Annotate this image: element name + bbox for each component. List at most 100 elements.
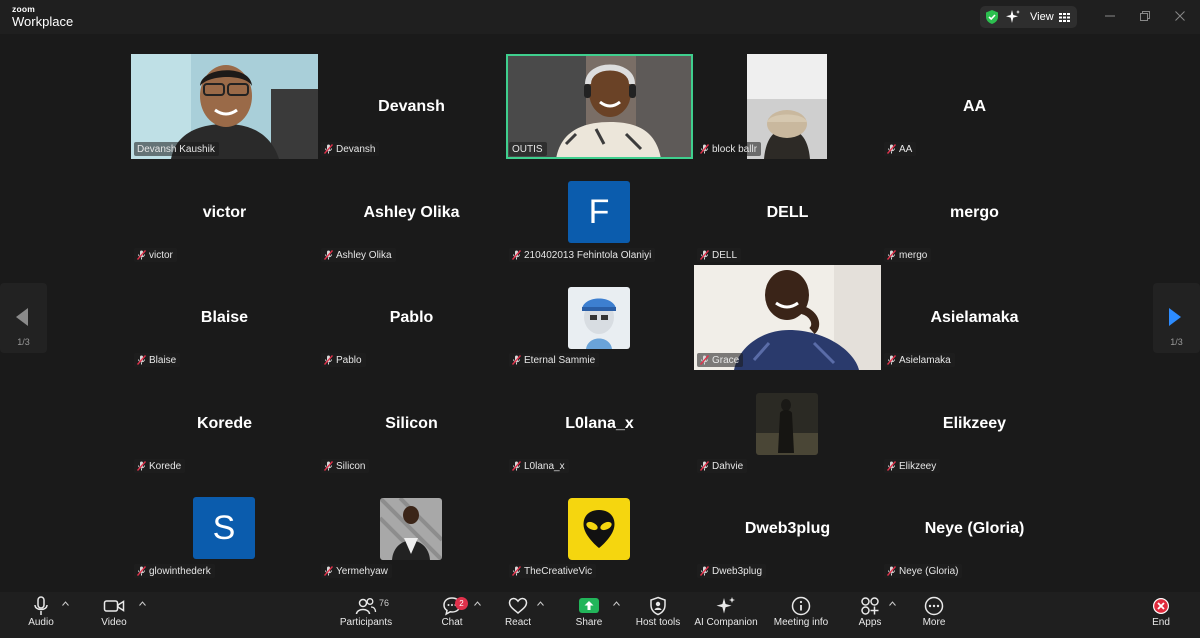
- participant-tile[interactable]: victor victor: [131, 160, 318, 265]
- apps-button[interactable]: Apps: [854, 596, 886, 636]
- mic-muted-icon: [512, 566, 521, 576]
- minimize-icon[interactable]: [1102, 8, 1118, 24]
- view-label: View: [1030, 11, 1054, 23]
- participant-tile[interactable]: Grace: [694, 265, 881, 370]
- view-button[interactable]: View: [1030, 6, 1070, 28]
- participant-tile[interactable]: Devansh Devansh: [318, 54, 505, 159]
- participant-tile[interactable]: S glowinthederk: [131, 476, 318, 581]
- mic-muted-icon: [324, 144, 333, 154]
- mic-muted-icon: [700, 250, 709, 260]
- participant-tile[interactable]: AA AA: [881, 54, 1068, 159]
- previous-page-button[interactable]: 1/3: [0, 283, 47, 353]
- ai-sparkle-icon[interactable]: [1005, 9, 1021, 25]
- audio-button[interactable]: Audio: [22, 596, 60, 636]
- participant-name-label: Eternal Sammie: [509, 353, 600, 367]
- page-indicator-right: 1/3: [1170, 337, 1183, 347]
- brand-top: zoom: [12, 4, 35, 14]
- participant-tile[interactable]: Neye (Gloria) Neye (Gloria): [881, 476, 1068, 581]
- participant-tile[interactable]: Devansh Kaushik: [131, 54, 318, 159]
- mic-muted-icon: [512, 250, 521, 260]
- participant-tile[interactable]: F 210402013 Fehintola Olaniyi: [506, 160, 693, 265]
- chat-label: Chat: [441, 617, 463, 628]
- participant-name-label: Devansh Kaushik: [134, 142, 219, 156]
- participant-tile[interactable]: Pablo Pablo: [318, 265, 505, 370]
- react-options-chevron-icon[interactable]: [537, 601, 544, 606]
- participant-tile[interactable]: Silicon Silicon: [318, 371, 505, 476]
- next-page-button[interactable]: 1/3: [1153, 283, 1200, 353]
- microphone-icon: [34, 596, 48, 615]
- close-window-icon[interactable]: [1172, 8, 1188, 24]
- participant-tile[interactable]: Yermehyaw: [318, 476, 505, 581]
- more-button[interactable]: More: [918, 596, 950, 636]
- chevron-left-icon: [16, 308, 28, 326]
- host-tools-button[interactable]: Host tools: [633, 596, 683, 636]
- meeting-info-button[interactable]: Meeting info: [770, 596, 832, 636]
- apps-options-chevron-icon[interactable]: [889, 601, 896, 606]
- ai-companion-label: AI Companion: [694, 617, 758, 628]
- participants-label: Participants: [339, 617, 393, 628]
- mic-muted-icon: [137, 461, 146, 471]
- more-options-icon: [924, 596, 944, 616]
- mic-muted-icon: [137, 250, 146, 260]
- mic-muted-icon: [324, 250, 333, 260]
- participant-avatar: [568, 498, 630, 560]
- chat-options-chevron-icon[interactable]: [474, 601, 481, 606]
- grid-icon: [1058, 12, 1070, 22]
- video-camera-icon: [103, 600, 125, 612]
- participant-tile[interactable]: Ashley Olika Ashley Olika: [318, 160, 505, 265]
- restore-icon[interactable]: [1137, 8, 1153, 24]
- participant-name-label: Silicon: [321, 459, 370, 473]
- participant-name-label: 210402013 Fehintola Olaniyi: [509, 248, 656, 262]
- participant-tile[interactable]: L0lana_x L0lana_x: [506, 371, 693, 476]
- more-label: More: [922, 617, 946, 628]
- participant-name-label: Neye (Gloria): [884, 564, 963, 578]
- participant-tile[interactable]: DELL DELL: [694, 160, 881, 265]
- participant-tile[interactable]: Dweb3plug Dweb3plug: [694, 476, 881, 581]
- participant-tile[interactable]: mergo mergo: [881, 160, 1068, 265]
- participant-tile[interactable]: TheCreativeVic: [506, 476, 693, 581]
- participant-tile[interactable]: Eternal Sammie: [506, 265, 693, 370]
- heart-icon: [508, 597, 528, 614]
- share-options-chevron-icon[interactable]: [613, 601, 620, 606]
- mic-muted-icon: [700, 566, 709, 576]
- ai-companion-button[interactable]: AI Companion: [692, 596, 760, 636]
- participant-avatar: F: [568, 181, 630, 243]
- participant-name-label: L0lana_x: [509, 459, 569, 473]
- participant-name-label: DELL: [697, 248, 742, 262]
- participant-tile[interactable]: Dahvie: [694, 371, 881, 476]
- audio-options-chevron-icon[interactable]: [62, 601, 69, 606]
- mic-muted-icon: [700, 355, 709, 365]
- participant-avatar: [380, 498, 442, 560]
- mic-muted-icon: [512, 461, 521, 471]
- chevron-right-icon: [1169, 308, 1181, 326]
- participant-avatar: S: [193, 497, 255, 559]
- meeting-info-label: Meeting info: [773, 617, 829, 628]
- meeting-toolbar: Audio Video Participants 76 Chat 2 React…: [0, 592, 1200, 638]
- mic-muted-icon: [324, 461, 333, 471]
- page-indicator-left: 1/3: [17, 337, 30, 347]
- share-screen-button[interactable]: Share: [572, 596, 606, 636]
- mic-muted-icon: [887, 355, 896, 365]
- mic-muted-icon: [887, 250, 896, 260]
- apps-label: Apps: [858, 617, 882, 628]
- participant-name-label: glowinthederk: [134, 564, 215, 578]
- participant-tile[interactable]: block ballr: [694, 54, 881, 159]
- active-speaker-tile[interactable]: OUTIS: [506, 54, 693, 159]
- participant-tile[interactable]: Elikzeey Elikzeey: [881, 371, 1068, 476]
- participant-name-label: Dweb3plug: [697, 564, 767, 578]
- end-meeting-button[interactable]: End: [1146, 596, 1176, 636]
- security-shield-icon[interactable]: [984, 9, 1000, 25]
- participant-name-label: mergo: [884, 248, 932, 262]
- participant-tile[interactable]: Blaise Blaise: [131, 265, 318, 370]
- participant-name-label: Dahvie: [697, 459, 748, 473]
- mic-muted-icon: [324, 355, 333, 365]
- video-options-chevron-icon[interactable]: [139, 601, 146, 606]
- react-button[interactable]: React: [502, 596, 534, 636]
- participant-tile[interactable]: Asielamaka Asielamaka: [881, 265, 1068, 370]
- mic-muted-icon: [700, 461, 709, 471]
- participant-name-label: Grace: [697, 353, 744, 367]
- participant-tile[interactable]: Korede Korede: [131, 371, 318, 476]
- participant-name-label: Ashley Olika: [321, 248, 396, 262]
- video-button[interactable]: Video: [95, 596, 133, 636]
- title-bar: zoom Workplace View: [0, 0, 1200, 34]
